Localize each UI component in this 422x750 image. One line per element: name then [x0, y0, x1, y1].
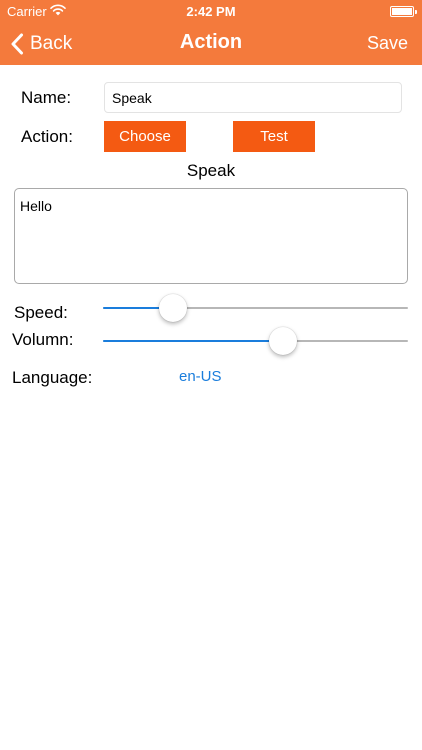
language-value[interactable]: en-US — [179, 368, 222, 385]
speech-text-input[interactable]: Hello — [14, 188, 408, 284]
volume-label: Volumn: — [12, 330, 74, 349]
back-button-label: Back — [30, 33, 73, 54]
name-label: Name: — [21, 88, 72, 107]
speed-label: Speed: — [14, 303, 68, 322]
name-input[interactable] — [104, 82, 402, 113]
test-button[interactable]: Test — [233, 121, 315, 152]
slider-fill — [103, 340, 283, 342]
nav-bar: Carrier 2:42 PM Back Action Save — [0, 0, 422, 65]
battery-icon — [390, 6, 417, 17]
volume-slider[interactable] — [103, 326, 408, 356]
chevron-left-icon — [11, 33, 23, 55]
language-label: Language: — [12, 368, 93, 387]
slider-thumb[interactable] — [268, 327, 297, 355]
speed-slider[interactable] — [103, 293, 408, 323]
choose-button[interactable]: Choose — [104, 121, 186, 152]
status-bar: Carrier 2:42 PM — [0, 0, 422, 22]
back-button[interactable]: Back — [10, 30, 72, 58]
action-name: Speak — [186, 161, 236, 180]
action-label: Action: — [21, 127, 73, 146]
slider-thumb[interactable] — [159, 294, 188, 322]
save-button[interactable]: Save — [367, 33, 408, 54]
status-time: 2:42 PM — [186, 4, 236, 19]
